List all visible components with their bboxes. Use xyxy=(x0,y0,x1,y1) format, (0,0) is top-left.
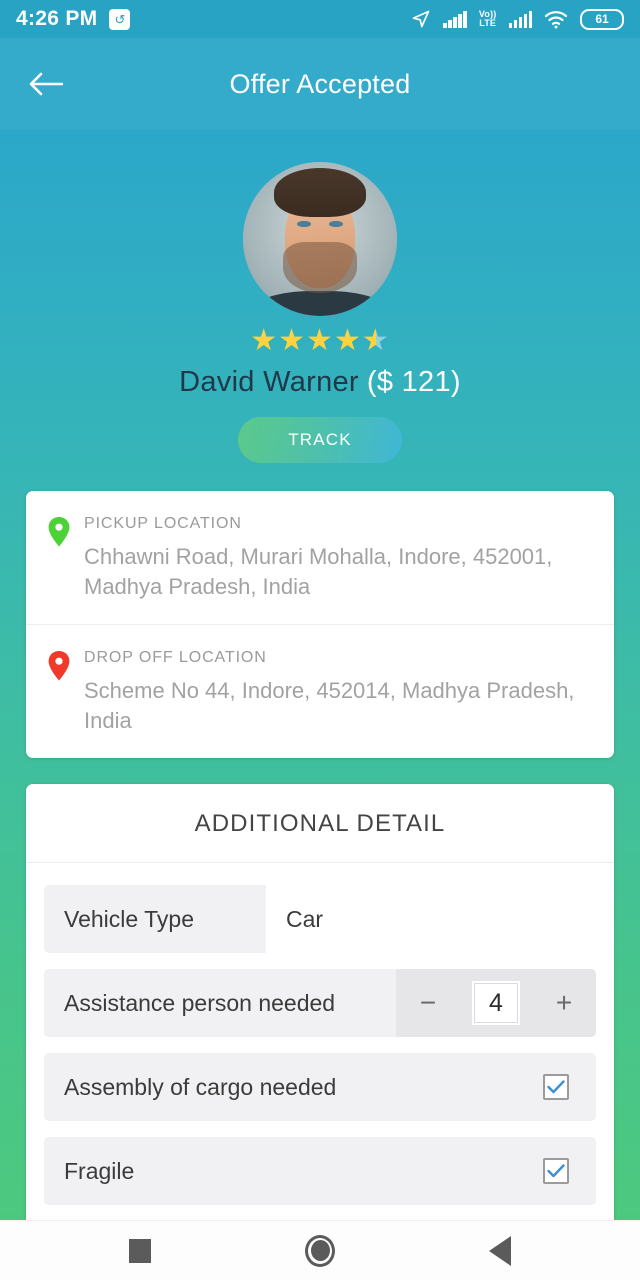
status-bar-clock: 4:26 PM xyxy=(16,7,98,30)
status-bar-left-icons: ↺ xyxy=(109,8,131,30)
signal-bars-icon-1 xyxy=(443,10,467,28)
fragile-checkbox[interactable] xyxy=(543,1158,569,1184)
fragile-label: Fragile xyxy=(64,1157,135,1184)
recents-square-icon xyxy=(129,1238,151,1263)
pickup-location-text: PICKUP LOCATION Chhawni Road, Murari Moh… xyxy=(84,515,588,602)
pickup-pin-icon xyxy=(48,515,70,602)
main-content: ★★★★★ David Warner ($ 121) TRACK PICKUP L… xyxy=(0,130,640,1220)
vehicle-type-label: Vehicle Type xyxy=(64,905,195,932)
battery-indicator: 61 xyxy=(580,8,624,30)
dropoff-location-row[interactable]: DROP OFF LOCATION Scheme No 44, Indore, … xyxy=(26,624,614,758)
star-4: ★ xyxy=(333,324,362,357)
additional-detail-title: ADDITIONAL DETAIL xyxy=(26,784,614,863)
status-bar-right-icons: Vo)) LTE 61 xyxy=(411,8,624,30)
back-triangle-icon xyxy=(489,1235,511,1266)
assembly-of-cargo-label: Assembly of cargo needed xyxy=(64,1073,337,1100)
wifi-icon xyxy=(544,10,568,28)
driver-price: ($ 121) xyxy=(366,366,461,398)
driver-info: David Warner ($ 121) xyxy=(0,366,640,399)
star-3: ★ xyxy=(306,324,334,357)
stepper-decrement-button[interactable]: − xyxy=(408,989,448,1017)
check-icon xyxy=(547,1164,565,1178)
location-card: PICKUP LOCATION Chhawni Road, Murari Moh… xyxy=(26,491,614,758)
nav-home-button[interactable] xyxy=(290,1221,350,1280)
status-bar: 4:26 PM ↺ Vo)) LTE 61 xyxy=(0,0,640,38)
app-bar: Offer Accepted xyxy=(0,38,640,130)
star-2: ★ xyxy=(278,324,307,357)
vehicle-type-value[interactable]: Car xyxy=(266,885,596,953)
home-circle-icon xyxy=(305,1234,335,1267)
navigation-arrow-icon xyxy=(413,10,430,28)
check-icon xyxy=(547,1080,565,1094)
nav-back-button[interactable] xyxy=(470,1221,530,1280)
nav-recents-button[interactable] xyxy=(110,1221,170,1280)
assistance-person-stepper: − 4 + xyxy=(396,969,596,1037)
star-5-half: ★ xyxy=(361,324,390,357)
avatar xyxy=(243,162,397,316)
stepper-value[interactable]: 4 xyxy=(472,981,520,1025)
row-assistance-person: Assistance person needed − 4 + xyxy=(44,969,596,1037)
row-vehicle-type[interactable]: Vehicle Type Car xyxy=(44,885,596,953)
row-fragile[interactable]: Fragile xyxy=(44,1137,596,1205)
dropoff-pin-icon xyxy=(48,649,70,736)
pickup-location-label: PICKUP LOCATION xyxy=(84,515,242,532)
volte-icon: Vo)) LTE xyxy=(479,10,497,28)
pickup-location-row[interactable]: PICKUP LOCATION Chhawni Road, Murari Moh… xyxy=(26,491,614,624)
additional-detail-body: Vehicle Type Car Assistance person neede… xyxy=(26,863,614,1220)
signal-bars-icon-2 xyxy=(508,10,532,28)
avatar-hair xyxy=(273,168,367,218)
rating-stars: ★★★★★ xyxy=(0,326,640,356)
dropoff-location-text: DROP OFF LOCATION Scheme No 44, Indore, … xyxy=(84,649,588,736)
android-navigation-bar xyxy=(0,1220,640,1280)
star-1: ★ xyxy=(250,324,279,357)
assembly-of-cargo-checkbox-wrap xyxy=(516,1053,596,1121)
assembly-of-cargo-checkbox[interactable] xyxy=(543,1074,569,1100)
fragile-checkbox-wrap xyxy=(516,1137,596,1205)
additional-detail-card: ADDITIONAL DETAIL Vehicle Type Car Assis… xyxy=(26,784,614,1220)
sync-badge-icon: ↺ xyxy=(109,8,131,30)
assistance-person-label: Assistance person needed xyxy=(64,989,336,1016)
page-title: Offer Accepted xyxy=(229,68,411,99)
stepper-increment-button[interactable]: + xyxy=(544,989,584,1017)
track-button[interactable]: TRACK xyxy=(238,417,402,463)
pickup-location-address: Chhawni Road, Murari Mohalla, Indore, 45… xyxy=(84,544,553,599)
avatar-shoulders xyxy=(255,291,385,316)
avatar-beard xyxy=(283,242,357,293)
row-assembly-of-cargo[interactable]: Assembly of cargo needed xyxy=(44,1053,596,1121)
phone-screen: 4:26 PM ↺ Vo)) LTE 61 Offer Accepted ★★★… xyxy=(0,0,640,1280)
driver-name: David Warner xyxy=(179,366,359,398)
dropoff-location-label: DROP OFF LOCATION xyxy=(84,649,267,666)
volte-bottom: LTE xyxy=(479,18,497,28)
dropoff-location-address: Scheme No 44, Indore, 452014, Madhya Pra… xyxy=(84,678,575,733)
